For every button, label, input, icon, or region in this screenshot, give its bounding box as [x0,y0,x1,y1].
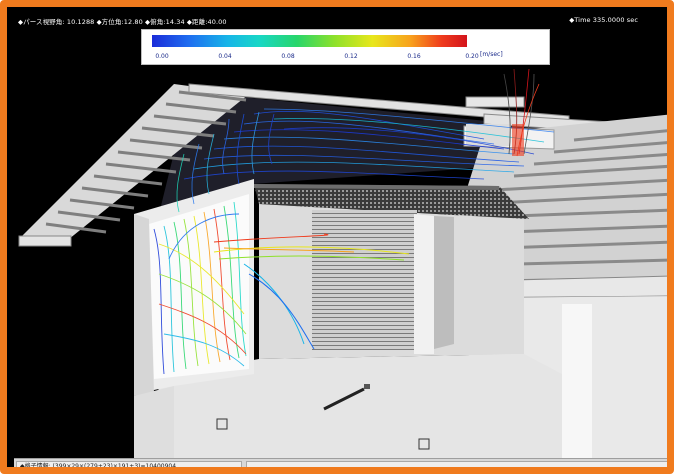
legend-tick: 0.08 [281,53,295,60]
grid-info: ◆格子情報: (399×29×(279+23)×191+3)=10400904 [16,461,242,467]
legend-tick: 0.00 [155,53,169,60]
image-frame: ◆パース視野角: 10.1288 ◆方位角:12.80 ◆俯角:14.34 ◆距… [0,0,674,474]
legend-tick: 0.16 [407,53,421,60]
roller-shutter [312,210,417,350]
status-bar: ◆格子情報: (399×29×(279+23)×191+3)=10400904 [14,458,667,467]
legend-unit: [m/sec] [480,51,503,58]
legend-tick: 0.12 [344,53,358,60]
back-wall [259,204,524,359]
cfd-viewport[interactable]: ◆パース視野角: 10.1288 ◆方位角:12.80 ◆俯角:14.34 ◆距… [14,14,667,467]
status-field [246,461,667,467]
color-scale-bar [152,35,467,47]
camera-info: ◆パース視野角: 10.1288 ◆方位角:12.80 ◆俯角:14.34 ◆距… [18,18,227,26]
velocity-legend: 0.00 0.04 0.08 0.12 0.16 0.20 [m/sec] [141,29,550,65]
legend-tick: 0.20 [465,53,479,60]
building-scene [18,68,667,459]
time-readout: ◆Time 335.0000 sec [569,16,638,24]
legend-tick: 0.04 [218,53,232,60]
